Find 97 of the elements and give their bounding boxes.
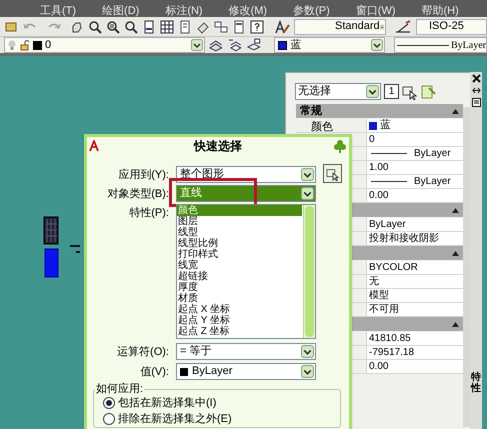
palette-title: 特性 (471, 372, 481, 394)
list-item[interactable]: 起点 X 坐标 (177, 304, 302, 315)
group-label: 如何应用: (95, 381, 144, 398)
properties-menu-icon[interactable] (472, 98, 480, 107)
property-value: 模型 (369, 288, 389, 303)
close-icon[interactable] (472, 74, 480, 83)
property-value: 41810.85 (369, 332, 411, 346)
select-objects-icon[interactable] (402, 84, 418, 100)
layer-previous-icon[interactable] (227, 38, 243, 52)
collapse-icon[interactable] (452, 208, 459, 212)
menu-item[interactable]: 参数(P) (293, 5, 330, 17)
property-value: 蓝 (380, 118, 391, 134)
auto-hide-icon[interactable] (472, 86, 480, 95)
light-bulb-icon (7, 39, 17, 51)
list-item[interactable]: 线宽 (177, 260, 302, 271)
zoom-icon[interactable] (88, 20, 102, 34)
radio-button[interactable] (103, 413, 115, 426)
zoom-previous-icon[interactable] (124, 20, 138, 34)
field-label: 值(V): (140, 365, 169, 380)
markup-icon[interactable] (214, 20, 228, 34)
clover-icon (333, 139, 347, 153)
section-title: 常规 (300, 104, 322, 119)
radio-label[interactable]: 包括在新选择集中(I) (118, 395, 216, 412)
scrollbar-thumb[interactable] (305, 206, 314, 337)
palette-icon[interactable] (178, 20, 192, 34)
property-value: 0.00 (369, 360, 388, 374)
property-value: 无 (369, 275, 379, 289)
list-item[interactable]: 打印样式 (177, 249, 302, 260)
menu-item[interactable]: 标注(N) (165, 5, 203, 17)
collapse-icon[interactable] (452, 108, 459, 114)
menu-item[interactable]: 绘图(D) (102, 5, 140, 17)
color-swatch-icon (369, 122, 377, 130)
line-sample (371, 153, 407, 154)
dimension-style-icon[interactable] (394, 20, 412, 34)
line-sample (397, 44, 449, 46)
drawing-objects-drawing (42, 216, 82, 280)
list-item[interactable]: 线型比例 (177, 238, 302, 249)
list-item[interactable]: 起点 Z 坐标 (177, 326, 302, 337)
field-label: 对象类型(B): (107, 187, 169, 202)
property-value: ByLayer (414, 175, 451, 189)
radio-label[interactable]: 排除在新选择集之外(E) (118, 411, 232, 428)
menu-item[interactable]: 窗口(W) (356, 5, 396, 17)
list-item[interactable]: 厚度 (177, 282, 302, 293)
unlocked-icon (20, 39, 30, 51)
menu-item[interactable]: 帮助(H) (422, 5, 459, 17)
line-sample (371, 181, 407, 182)
property-value: ByLayer (369, 218, 406, 232)
dialog-title: 快速选择 (194, 138, 242, 155)
property-value: BYCOLOR (369, 261, 418, 275)
list-item[interactable]: 图层 (177, 216, 302, 227)
property-value: 1.00 (369, 161, 388, 175)
tool-icon[interactable] (4, 20, 18, 34)
text-style-dropdown[interactable]: Standard (294, 18, 386, 34)
layer-match-icon[interactable] (208, 38, 224, 52)
select-objects-icon (326, 166, 340, 180)
section-header[interactable]: 常规 (296, 104, 463, 118)
list-item[interactable]: 超链接 (177, 271, 302, 282)
zoom-window-icon[interactable] (106, 20, 120, 34)
selection-dropdown[interactable]: 无选择 (295, 83, 381, 100)
menu-item[interactable]: 工具(T) (40, 5, 76, 17)
calculator-icon[interactable] (232, 20, 246, 34)
menu-item[interactable]: 修改(M) (228, 5, 268, 17)
layer-states-icon[interactable] (246, 38, 262, 52)
select-objects-button[interactable] (323, 164, 342, 183)
property-value: 不可用 (369, 303, 399, 317)
dimension-style-field[interactable]: ISO-25 (416, 18, 487, 34)
linetype-dropdown[interactable]: ByLayer (394, 37, 487, 53)
radio-button[interactable] (103, 397, 115, 410)
field-label: 应用到(Y): (118, 168, 169, 183)
value-dropdown[interactable]: ByLayer (176, 363, 316, 380)
apply-to-dropdown[interactable]: 整个图形 (176, 166, 316, 183)
text-style-icon[interactable] (274, 20, 290, 34)
property-value: ByLayer (414, 147, 451, 161)
object-type-dropdown[interactable]: 直线 (176, 185, 316, 202)
property-label: 颜色 (311, 121, 333, 133)
color-swatch-icon (180, 368, 188, 376)
operator-dropdown[interactable]: = 等于 (176, 343, 316, 360)
collapse-icon[interactable] (452, 250, 459, 256)
color-dropdown[interactable]: 蓝 (274, 37, 385, 53)
layer-dropdown[interactable]: 0 (4, 37, 206, 53)
help-icon[interactable] (250, 20, 264, 34)
toggle-pickadd-button[interactable]: 1 (384, 84, 399, 99)
field-label: 特性(P): (129, 206, 169, 221)
field-label: 运算符(O): (117, 345, 169, 360)
list-item[interactable]: 线型 (177, 227, 302, 238)
property-value: 投射和接收阴影 (369, 232, 439, 246)
list-item[interactable]: 起点 Y 坐标 (177, 315, 302, 326)
list-item[interactable]: 材质 (177, 293, 302, 304)
color-swatch-icon (33, 40, 42, 50)
properties-icon[interactable] (142, 20, 156, 34)
color-swatch-icon (278, 40, 288, 50)
design-center-icon[interactable] (160, 20, 174, 34)
collapse-icon[interactable] (452, 322, 459, 326)
sheet-icon[interactable] (196, 20, 210, 34)
property-value: -79517.18 (369, 346, 414, 360)
property-value: 0 (369, 133, 375, 147)
property-value: 0.00 (369, 189, 388, 203)
